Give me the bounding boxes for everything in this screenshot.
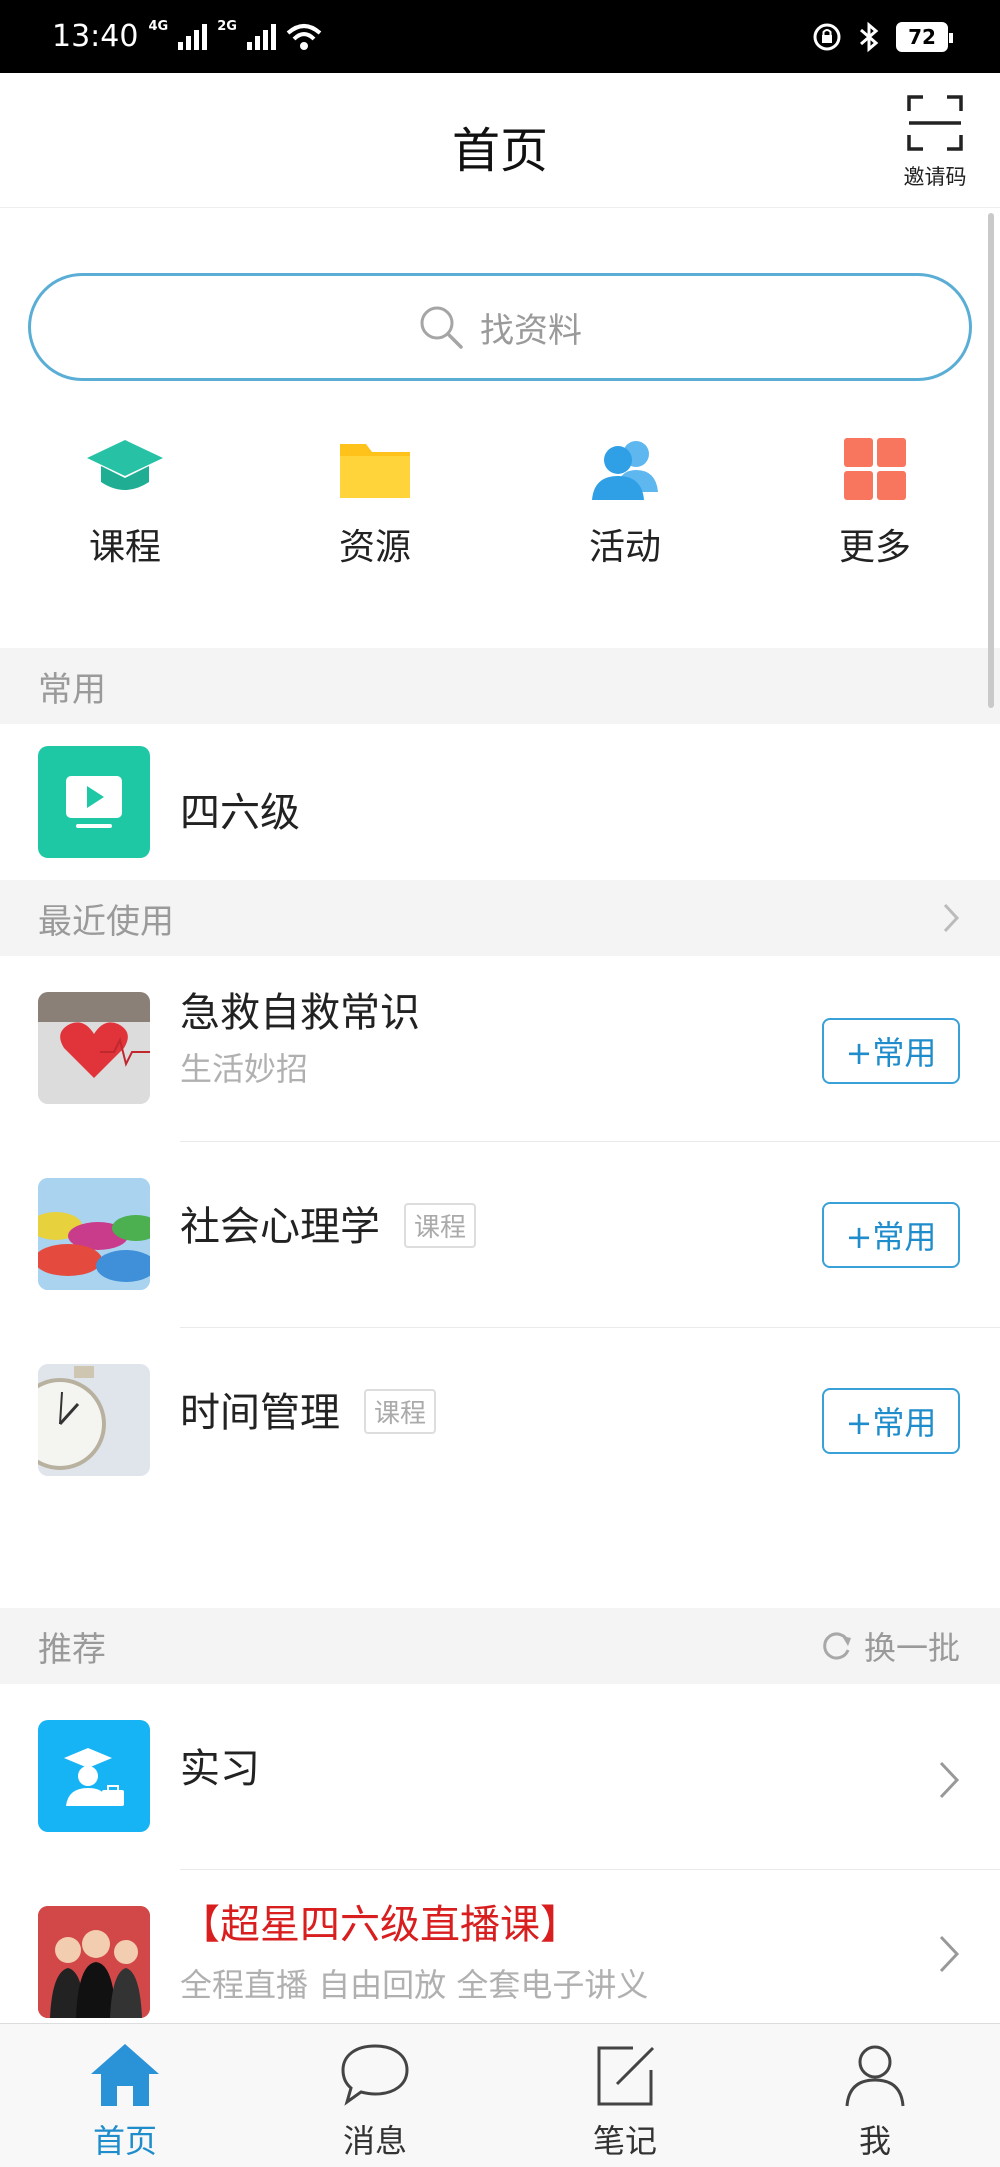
section-common-header: 常用 [0,648,1000,724]
bluetooth-icon [860,21,879,52]
add-common-button[interactable]: +常用 [822,1388,960,1454]
umbrellas-thumbnail [38,1178,150,1290]
shortcut-activity[interactable]: 活动 [545,436,705,570]
grid-icon [844,438,906,500]
nav-home[interactable]: 首页 [0,2024,250,2167]
nav-label: 首页 [92,2122,157,2160]
video-play-icon [38,746,150,858]
section-title: 推荐 [38,1629,106,1670]
chat-bubble-icon [341,2044,409,2106]
shortcut-label: 更多 [838,527,911,568]
course-tag: 课程 [404,1202,477,1248]
graduation-cap-icon [87,440,163,490]
chevron-right-icon [939,1761,960,1799]
invite-code-button[interactable]: 邀请码 [900,95,970,191]
bottom-nav: 首页 消息 笔记 我 [0,2023,1000,2167]
search-bar[interactable]: 找资料 [28,273,972,381]
add-common-button[interactable]: +常用 [822,1202,960,1268]
recent-item-title-wrap: 时间管理 课程 [180,1380,437,1438]
shortcut-resources[interactable]: 资源 [295,436,455,570]
folder-icon [340,444,410,498]
clock-thumbnail [38,1364,150,1476]
common-item-cet[interactable]: 四六级 [0,724,1000,880]
recent-item-subtitle: 生活妙招 [180,1050,309,1088]
recommend-item-title: 实习 [180,1746,260,1792]
first-aid-thumbnail [38,992,150,1104]
section-recent-header[interactable]: 最近使用 [0,880,1000,956]
search-icon [420,306,463,349]
course-tag: 课程 [364,1388,437,1434]
network-4g-label: 4G [148,19,169,34]
add-common-button[interactable]: +常用 [822,1018,960,1084]
network-2g-label: 2G [217,19,237,34]
battery-level: 72 [908,24,936,49]
home-icon [91,2044,159,2106]
home-content: 找资料 课程 资源 活动 更多 常用 四六级 最近使用 急救自救常识 生活妙招 … [0,208,1000,2023]
nav-notes[interactable]: 笔记 [500,2024,750,2167]
common-item-title: 四六级 [180,790,300,836]
shortcut-label: 课程 [88,527,161,568]
nav-messages[interactable]: 消息 [250,2024,500,2167]
status-left: 13:40 4G 2G [52,19,322,54]
shortcut-label: 资源 [338,527,411,568]
shortcut-label: 活动 [588,527,661,568]
section-title: 常用 [38,669,106,710]
chevron-right-icon [943,903,960,933]
shortcut-grid: 课程 资源 活动 更多 [0,436,1000,586]
refresh-icon [823,1632,851,1660]
recent-item-title: 急救自救常识 [180,990,420,1036]
recent-item-title-wrap: 社会心理学 课程 [180,1194,477,1252]
recommend-item-title: 【超星四六级直播课】 [180,1902,580,1948]
top-bar: 首页 邀请码 [0,73,1000,208]
section-recommend-header: 推荐 换一批 [0,1608,1000,1684]
recent-item-time-management[interactable]: 时间管理 课程 +常用 [0,1328,1000,1514]
invite-code-label: 邀请码 [903,165,967,189]
nav-label: 笔记 [592,2122,657,2160]
recommend-item-internship[interactable]: 实习 [0,1684,1000,1870]
nav-label: 消息 [342,2122,407,2160]
signal-icon [178,23,208,50]
status-time: 13:40 [52,19,139,54]
battery-icon: 72 [896,21,953,52]
status-right: 72 [812,21,953,53]
status-bar: 13:40 4G 2G 72 [0,0,1000,73]
nav-me[interactable]: 我 [750,2024,1000,2167]
chevron-right-icon [939,1935,960,1973]
nav-label: 我 [858,2122,891,2160]
recommend-item-subtitle: 全程直播 自由回放 全套电子讲义 [180,1966,649,2004]
search-placeholder: 找资料 [480,310,582,351]
note-edit-icon [597,2046,655,2106]
section-title: 最近使用 [38,901,174,942]
recent-item-title: 时间管理 [180,1390,340,1436]
shortcut-more[interactable]: 更多 [795,436,955,570]
recent-item-social-psychology[interactable]: 社会心理学 课程 +常用 [0,1142,1000,1328]
refresh-batch-button[interactable]: 换一批 [818,1623,960,1669]
refresh-batch-label: 换一批 [863,1629,960,1667]
rotation-lock-icon [813,23,841,50]
shortcut-course[interactable]: 课程 [45,436,205,570]
people-icon [592,441,658,500]
teachers-thumbnail [38,1906,150,2018]
wifi-icon [286,23,322,50]
signal-icon-2 [246,23,276,50]
recent-item-title: 社会心理学 [180,1204,380,1250]
recent-item-first-aid[interactable]: 急救自救常识 生活妙招 +常用 [0,956,1000,1142]
page-title: 首页 [451,123,548,179]
recommend-item-live-class[interactable]: 【超星四六级直播课】 全程直播 自由回放 全套电子讲义 [0,1870,1000,2023]
scan-icon [907,95,963,151]
internship-icon [38,1720,150,1832]
scrollbar[interactable] [988,213,994,708]
person-icon [845,2045,905,2107]
